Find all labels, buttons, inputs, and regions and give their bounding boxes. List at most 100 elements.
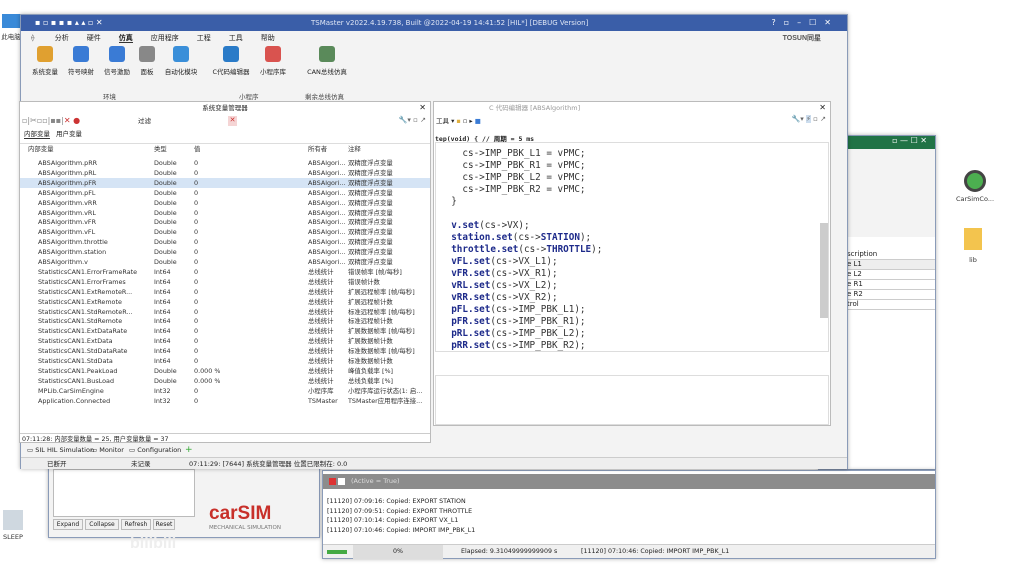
add-tab-icon[interactable]: +: [185, 444, 193, 456]
ribbon-button[interactable]: 系统变量: [25, 46, 65, 76]
var-toolbar[interactable]: ▫|✂▫▫|▪▪|✕ ●: [22, 116, 80, 125]
table-row[interactable]: ABSAlgorithm.vRR Double 0 ABSAlgori... 双精度浮点…: [20, 198, 430, 208]
tab-configuration[interactable]: ▭ Configuration: [129, 444, 181, 456]
panel-title: 系统变量管理器: [202, 104, 248, 112]
table-row[interactable]: StatisticsCAN1.PeakLoad Double 0.000 % 总线统计…: [20, 366, 430, 376]
code-line: }: [440, 196, 457, 207]
desktop-icon-lib[interactable]: lib: [955, 228, 991, 264]
ribbon-icon: [319, 46, 335, 62]
status-bar: 已断开 未记录 07:11:29: [7644] 系统变量管理器 位置已限制在:…: [21, 457, 847, 469]
table-row[interactable]: StatisticsCAN1.StdRemote Int64 0 总线统计 标准远程帧计…: [20, 316, 430, 326]
menu-tools[interactable]: 工具: [229, 34, 243, 42]
code-line: pFR.set(cs->IMP_PBK_R1);: [440, 316, 586, 327]
carsim-tree[interactable]: [53, 469, 195, 517]
table-row[interactable]: StatisticsCAN1.ExtData Int64 0 总线统计 扩展数据帧计数: [20, 336, 430, 346]
vertical-scrollbar[interactable]: [820, 223, 828, 318]
table-row[interactable]: StatisticsCAN1.StdRemoteR... Int64 0 总线统计 标准…: [20, 307, 430, 317]
code-line: cs->IMP_PBK_R2 = vPMC;: [440, 184, 586, 195]
ribbon-icon: [109, 46, 125, 62]
table-row[interactable]: StatisticsCAN1.StdDataRate Int64 0 总线统计 标准数据…: [20, 346, 430, 356]
ribbon-button[interactable]: C代码编辑器: [211, 46, 251, 76]
editor-tools-icon[interactable]: 🔧▾ ⚡ ▫ ↗: [792, 115, 826, 123]
table-row[interactable]: StatisticsCAN1.BusLoad Double 0.000 % 总线统计总…: [20, 376, 430, 386]
ribbon-icon: [37, 46, 53, 62]
table-row[interactable]: StatisticsCAN1.ExtRemoteR... Int64 0 总线统计 扩展…: [20, 287, 430, 297]
log-header: (Active = True): [323, 474, 935, 489]
table-row[interactable]: StatisticsCAN1.StdData Int64 0 总线统计 标准数据帧计数: [20, 356, 430, 366]
log-lines: [11120] 07:09:16: Copied: EXPORT STATION…: [327, 498, 476, 534]
ribbon-button[interactable]: CAN总线仿真: [307, 46, 347, 76]
table-row[interactable]: ABSAlgorithm.pFL Double 0 ABSAlgori... 双精度浮点…: [20, 188, 430, 198]
desktop-icon-carsim[interactable]: CarSimCo...: [950, 170, 1000, 203]
stop-icon[interactable]: [329, 478, 336, 485]
output-area: [435, 375, 829, 425]
code-area[interactable]: cs->IMP_PBK_L1 = vPMC; cs->IMP_PBK_R1 = …: [435, 142, 829, 352]
table-row[interactable]: ABSAlgorithm.pFR Double 0 ABSAlgori... 双精度浮点…: [20, 177, 430, 188]
code-line: v.set(cs->VX);: [440, 220, 530, 231]
table-row[interactable]: StatisticsCAN1.ErrorFrames Int64 0 总线统计 错误帧计…: [20, 277, 430, 287]
clear-filter-icon[interactable]: ✕: [228, 116, 237, 126]
tab-sil-hil[interactable]: ▭ SIL HIL Simulation: [27, 444, 94, 456]
collapse-button[interactable]: Collapse: [85, 519, 119, 530]
table-row[interactable]: StatisticsCAN1.ExtDataRate Int64 0 总线统计 扩展数据…: [20, 326, 430, 336]
ribbon-button[interactable]: 小程序库: [253, 46, 293, 76]
ribbon-icon: [265, 46, 281, 62]
editor-tools-menu[interactable]: 工具 ▾ ▪ ▫ ▸ ■: [436, 115, 481, 125]
c-code-editor: C 代码编辑器 [ABSAlgorithm] ✕ 工具 ▾ ▪ ▫ ▸ ■ 🔧▾…: [433, 101, 831, 426]
table-row[interactable]: ABSAlgorithm.station Double 0 ABSAlgori... 双…: [20, 247, 430, 257]
bottom-tabs: ▭ SIL HIL Simulation ▭ Monitor ▭ Configu…: [21, 444, 847, 456]
tab-user-vars[interactable]: 用户变量: [56, 130, 82, 138]
menu-applications[interactable]: 应用程序: [151, 34, 179, 42]
carsim-logo-sub: MECHANICAL SIMULATION: [209, 525, 281, 531]
ribbon-button[interactable]: 符号映射: [61, 46, 101, 76]
table-row[interactable]: ABSAlgorithm.vRL Double 0 ABSAlgori... 双精度浮点…: [20, 208, 430, 218]
var-status: 07:11:28: 内部变量数量 = 25, 用户变量数量 = 37: [20, 433, 430, 443]
table-row[interactable]: MPLib.CarSimEngine Int32 0 小程序库 小程序库运行状态(1: …: [20, 386, 430, 396]
table-row[interactable]: ABSAlgorithm.v Double 0 ABSAlgori... 双精度浮点变量: [20, 257, 430, 267]
editor-title: C 代码编辑器 [ABSAlgorithm]: [489, 104, 581, 112]
close-icon[interactable]: ✕: [419, 103, 426, 112]
menu-simulation[interactable]: 仿真: [118, 34, 133, 43]
active-checkbox[interactable]: [338, 478, 345, 485]
table-row[interactable]: ABSAlgorithm.pRL Double 0 ABSAlgori... 双精度浮点…: [20, 168, 430, 178]
code-line: vRR.set(cs->VX_R2);: [440, 292, 558, 303]
table-row[interactable]: StatisticsCAN1.ExtRemote Int64 0 总线统计 扩展远程帧计…: [20, 297, 430, 307]
code-line: throttle.set(cs->THROTTLE);: [440, 244, 603, 255]
menu-analysis[interactable]: 分析: [55, 34, 69, 42]
table-row[interactable]: Application.Connected Int32 0 TSMaster TSMas…: [20, 396, 430, 406]
expand-button[interactable]: Expand: [53, 519, 83, 530]
ribbon-icon: [223, 46, 239, 62]
tab-internal-vars[interactable]: 内部变量: [24, 130, 50, 139]
code-line: station.set(cs->STATION);: [440, 232, 592, 243]
app-logo-icon: ⟠: [31, 34, 35, 42]
reset-button[interactable]: Reset: [153, 519, 175, 530]
quick-access-toolbar[interactable]: ▪ ▫ ▪ ▪ ▪ ▴ ▴ ▫ ✕: [35, 15, 103, 31]
table-row[interactable]: StatisticsCAN1.ErrorFrameRate Int64 0 总线统计错…: [20, 267, 430, 277]
table-row[interactable]: ABSAlgorithm.throttle Double 0 ABSAlgori...…: [20, 237, 430, 247]
table-row[interactable]: ABSAlgorithm.vFL Double 0 ABSAlgori... 双精度浮点…: [20, 227, 430, 237]
code-line: pRR.set(cs->IMP_PBK_R2);: [440, 340, 586, 351]
close-icon[interactable]: ✕: [819, 103, 826, 112]
desktop-icon-this-pc[interactable]: 此电脑: [0, 14, 22, 41]
filter-input[interactable]: 过滤: [138, 116, 238, 127]
ribbon-button[interactable]: 自动化模块: [161, 46, 201, 76]
window-controls[interactable]: ?▫–☐✕: [771, 15, 839, 31]
desktop-icon-sleep[interactable]: SLEEP: [0, 510, 26, 541]
tsmaster-window: ▪ ▫ ▪ ▪ ▪ ▴ ▴ ▫ ✕ TSMaster v2022.4.19.73…: [19, 14, 848, 469]
search-tools-icon[interactable]: 🔧▾ ▫ ↗: [399, 116, 426, 124]
carsim-window: Expand Collapse Refresh Reset carSIM MEC…: [48, 462, 320, 538]
group-label-applets: 小程序: [239, 93, 259, 101]
title-bar: ▪ ▫ ▪ ▪ ▪ ▴ ▴ ▫ ✕ TSMaster v2022.4.19.73…: [21, 15, 847, 31]
system-variable-manager: 系统变量管理器 ✕ ▫|✂▫▫|▪▪|✕ ● 过滤 ✕ 🔧▾ ▫ ↗ 内部变量用…: [19, 101, 431, 443]
refresh-button[interactable]: Refresh: [121, 519, 151, 530]
menu-project[interactable]: 工程: [197, 34, 211, 42]
ribbon-icon: [173, 46, 189, 62]
menu-help[interactable]: 帮助: [261, 34, 275, 42]
table-row[interactable]: ABSAlgorithm.vFR Double 0 ABSAlgori... 双精度浮点…: [20, 217, 430, 227]
code-line: pRL.set(cs->IMP_PBK_L2);: [440, 328, 586, 339]
group-label-environment: 环境: [103, 93, 116, 101]
computer-icon: [2, 14, 20, 28]
table-row[interactable]: ABSAlgorithm.pRR Double 0 ABSAlgori... 双精度浮点…: [20, 158, 430, 168]
menu-hardware[interactable]: 硬件: [87, 34, 101, 42]
tab-monitor[interactable]: ▭ Monitor: [91, 444, 124, 456]
